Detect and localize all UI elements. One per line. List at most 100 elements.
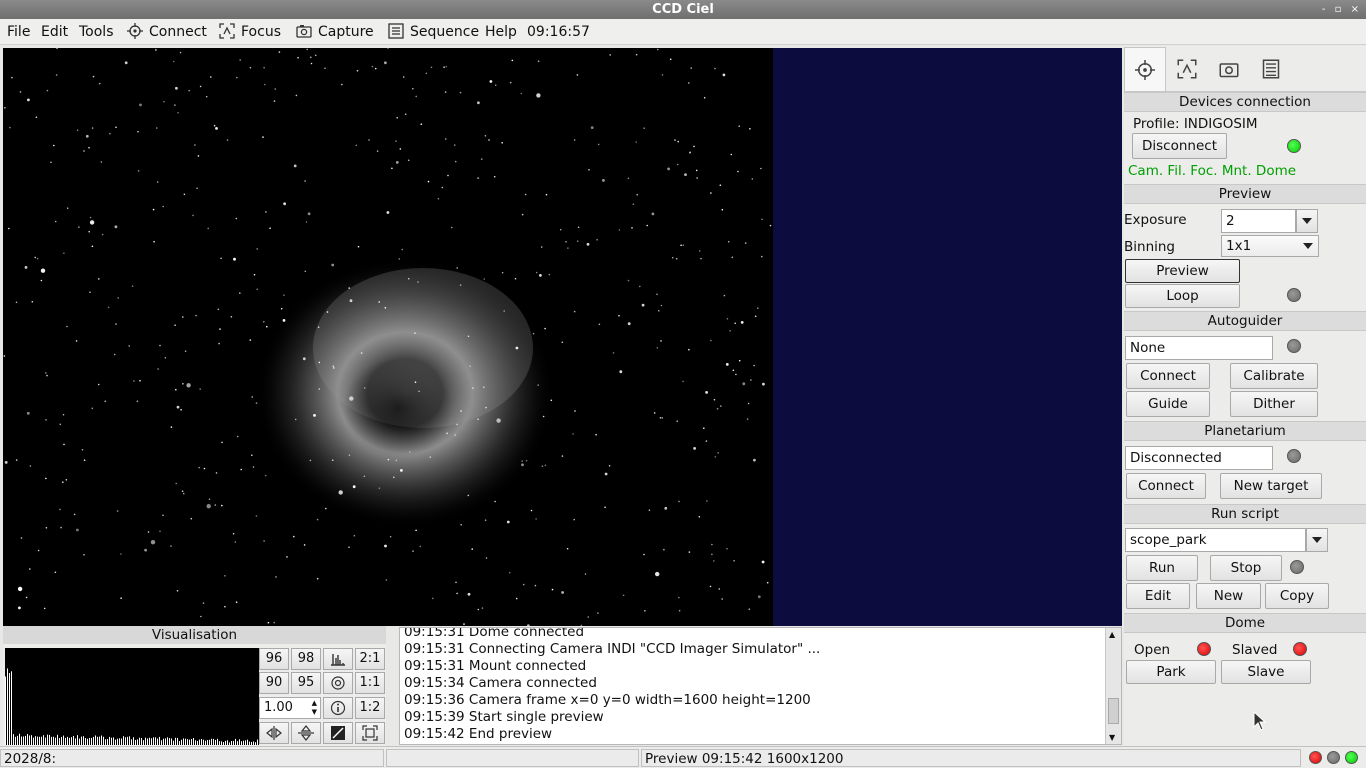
copy-script-button[interactable]: Copy	[1265, 583, 1329, 609]
target-button[interactable]	[323, 672, 353, 694]
tab-capture[interactable]	[1208, 47, 1250, 91]
new-script-button[interactable]: New	[1196, 583, 1261, 609]
preset-90-button[interactable]: 90	[259, 672, 289, 694]
status-middle	[386, 749, 639, 767]
menu-sequence-label: Sequence	[410, 24, 480, 40]
status-led-3	[1345, 751, 1358, 764]
preset-98-button[interactable]: 98	[291, 648, 321, 670]
menu-file[interactable]: File	[7, 23, 30, 41]
stop-button[interactable]: Stop	[1210, 555, 1282, 581]
slave-button[interactable]: Slave	[1221, 660, 1311, 684]
flip-horizontal-icon	[266, 726, 282, 740]
log-scrollbar[interactable]: ▲ ▼	[1105, 628, 1121, 744]
dome-slaved-led	[1293, 642, 1307, 656]
planetarium-connect-button[interactable]: Connect	[1126, 473, 1206, 499]
flip-vertical-button[interactable]	[291, 722, 321, 744]
menu-tools[interactable]: Tools	[79, 23, 114, 41]
autoguider-status-led	[1287, 339, 1301, 353]
log-line: 09:15:31 Dome connected	[404, 627, 585, 640]
status-bar: 2028/8: Preview 09:15:42 1600x1200	[0, 746, 1366, 768]
scroll-down-icon[interactable]: ▼	[1109, 733, 1115, 742]
exposure-label: Exposure	[1124, 212, 1187, 228]
autoguider-header: Autoguider	[1124, 311, 1366, 331]
guide-button[interactable]: Guide	[1126, 391, 1210, 417]
script-select[interactable]: scope_park	[1125, 528, 1306, 552]
autoguider-field[interactable]: None	[1125, 336, 1273, 360]
preset-96-button[interactable]: 96	[259, 648, 289, 670]
gamma-spinbox[interactable]: 1.00 ▲ ▼	[259, 697, 321, 719]
preview-status-led	[1287, 288, 1301, 302]
info-button[interactable]	[323, 697, 353, 719]
preset-95-button[interactable]: 95	[291, 672, 321, 694]
window-controls[interactable]: - ▫ ×	[1322, 0, 1362, 19]
calibrate-button[interactable]: Calibrate	[1230, 363, 1318, 389]
menu-sequence[interactable]: Sequence	[388, 23, 479, 41]
exposure-input[interactable]: 2	[1221, 209, 1296, 233]
panel-tabs	[1124, 46, 1366, 92]
focus-icon	[219, 23, 235, 39]
histogram[interactable]	[5, 648, 259, 745]
autoguider-connect-button[interactable]: Connect	[1126, 363, 1210, 389]
menu-edit[interactable]: Edit	[41, 23, 68, 41]
preview-header: Preview	[1124, 184, 1366, 204]
window-titlebar: CCD Ciel - ▫ ×	[0, 0, 1366, 19]
disconnect-button[interactable]: Disconnect	[1132, 133, 1227, 159]
message-log[interactable]: 09:15:31 Dome connected 09:15:31 Connect…	[399, 627, 1122, 745]
focus-icon	[1177, 59, 1197, 79]
menu-connect[interactable]: Connect	[127, 23, 207, 41]
astro-image[interactable]	[3, 48, 773, 626]
invert-icon	[331, 726, 345, 740]
binning-select[interactable]: 1x1	[1221, 235, 1319, 257]
script-dropdown-button[interactable]	[1306, 528, 1328, 552]
scrollbar-thumb[interactable]	[1108, 698, 1119, 724]
log-line: 09:15:36 Camera frame x=0 y=0 width=1600…	[404, 692, 811, 708]
fit-screen-button[interactable]	[355, 722, 385, 744]
menu-focus-label: Focus	[241, 24, 281, 40]
menu-capture-label: Capture	[318, 24, 374, 40]
menu-focus[interactable]: Focus	[219, 23, 281, 41]
park-button[interactable]: Park	[1126, 660, 1216, 684]
dome-header: Dome	[1124, 613, 1366, 633]
menu-help[interactable]: Help	[485, 23, 517, 41]
status-coords: 2028/8:	[0, 749, 384, 767]
run-button[interactable]: Run	[1126, 555, 1198, 581]
tab-connect[interactable]	[1124, 47, 1166, 91]
sequence-icon	[1262, 59, 1280, 79]
log-line: 09:15:42 End preview	[404, 726, 553, 742]
new-target-button[interactable]: New target	[1220, 473, 1322, 499]
chevron-down-icon	[1302, 218, 1312, 224]
dome-open-label: Open	[1134, 642, 1171, 658]
zoom-2-1-button[interactable]: 2:1	[355, 648, 385, 670]
status-info: Preview 09:15:42 1600x1200	[641, 749, 1301, 767]
dome-slaved-label: Slaved	[1232, 642, 1278, 658]
crosshair-icon	[127, 23, 143, 39]
menu-connect-label: Connect	[149, 24, 207, 40]
exposure-dropdown-button[interactable]	[1296, 209, 1318, 233]
histogram-button[interactable]	[323, 648, 353, 670]
tab-focus[interactable]	[1166, 47, 1208, 91]
tab-sequence[interactable]	[1250, 47, 1292, 91]
planetarium-field[interactable]: Disconnected	[1125, 446, 1273, 470]
edit-script-button[interactable]: Edit	[1126, 583, 1190, 609]
menu-capture[interactable]: Capture	[296, 23, 374, 41]
dither-button[interactable]: Dither	[1230, 391, 1318, 417]
zoom-1-2-button[interactable]: 1:2	[355, 697, 385, 719]
nebula-image	[3, 48, 772, 626]
menubar: File Edit Tools Connect Focus Capture Se…	[0, 19, 1366, 45]
loop-button[interactable]: Loop	[1125, 284, 1240, 308]
preview-button[interactable]: Preview	[1125, 259, 1240, 283]
visualisation-header: Visualisation	[3, 626, 386, 644]
chevron-down-icon	[1303, 243, 1313, 249]
planetarium-status-led	[1287, 449, 1301, 463]
scroll-up-icon[interactable]: ▲	[1109, 630, 1115, 639]
sequence-icon	[388, 23, 404, 39]
chevron-down-icon	[1312, 537, 1322, 543]
profile-label: Profile: INDIGOSIM	[1133, 116, 1258, 132]
invert-button[interactable]	[323, 722, 353, 744]
gamma-value: 1.00	[264, 700, 293, 715]
spin-arrows-icon[interactable]: ▲ ▼	[312, 699, 317, 717]
flip-horizontal-button[interactable]	[259, 722, 289, 744]
image-viewer[interactable]	[3, 48, 1122, 626]
binning-label: Binning	[1124, 239, 1176, 255]
zoom-1-1-button[interactable]: 1:1	[355, 672, 385, 694]
